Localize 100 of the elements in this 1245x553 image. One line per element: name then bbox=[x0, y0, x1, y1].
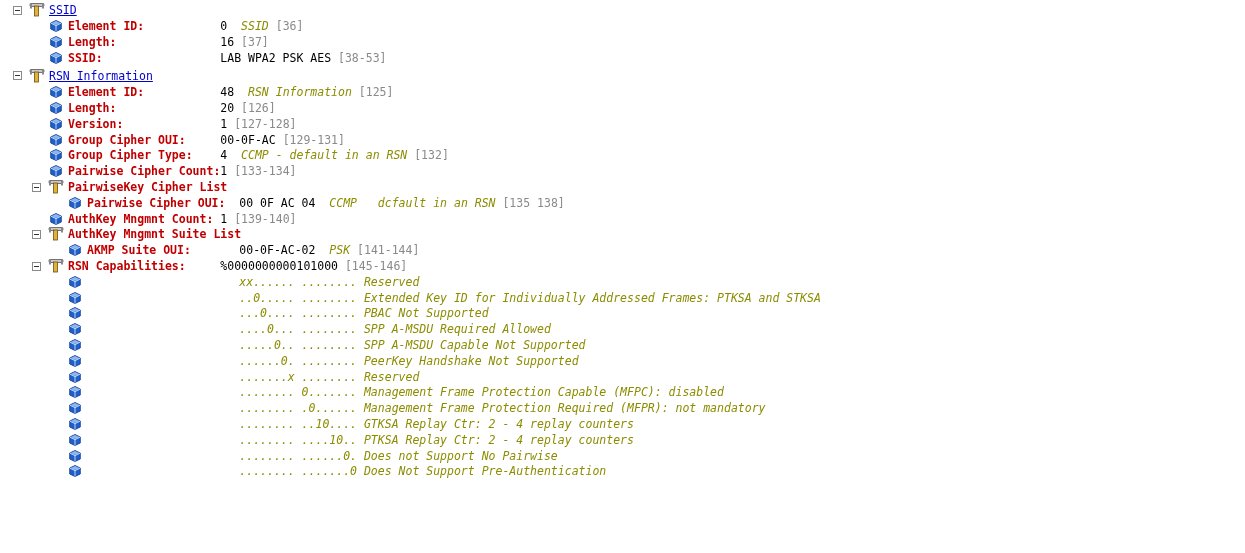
bit-pattern: ........ ..10.... bbox=[239, 417, 357, 431]
cube-icon bbox=[69, 339, 81, 352]
field-description: CCMP - default in an RSN bbox=[241, 148, 408, 163]
cube-icon bbox=[69, 354, 81, 367]
byte-range: [145-146] bbox=[344, 259, 408, 274]
cube-icon bbox=[50, 52, 62, 64]
group-title: RSN Capabilities: bbox=[68, 259, 186, 274]
bit-pattern: xx...... ........ bbox=[239, 274, 357, 289]
field-value: 00 0F AC 04 bbox=[239, 195, 316, 210]
field-value: 1 bbox=[220, 211, 228, 226]
byte-range: [126] bbox=[241, 101, 276, 116]
cube-icon bbox=[50, 133, 62, 146]
cube-icon bbox=[69, 275, 81, 288]
cube-icon bbox=[50, 165, 62, 178]
field-value: 1 bbox=[220, 164, 228, 179]
byte-range: [135 138] bbox=[502, 195, 565, 210]
field-value: 0 bbox=[220, 19, 228, 34]
bit-pattern: ....0... ........ bbox=[239, 322, 357, 337]
pipe-icon bbox=[48, 226, 64, 243]
cube-icon bbox=[69, 418, 81, 430]
group-title: AuthKey Mngmnt Suite List bbox=[68, 227, 242, 242]
cube-icon bbox=[50, 117, 62, 130]
collapse-toggle[interactable] bbox=[13, 71, 22, 81]
bit-pattern: ........ .......0 bbox=[239, 464, 357, 479]
field-label: Length: bbox=[68, 35, 117, 50]
field-label: Pairwise Cipher Count: bbox=[68, 164, 221, 179]
cube-icon bbox=[69, 323, 81, 336]
byte-range: [129-131] bbox=[282, 132, 345, 147]
cube-icon bbox=[69, 307, 81, 320]
field-description: SPP A-MSDU Capable Not Supported bbox=[363, 338, 586, 353]
collapse-toggle[interactable] bbox=[32, 182, 41, 192]
cube-icon bbox=[69, 465, 81, 478]
field-label: Version: bbox=[68, 116, 124, 131]
cube-icon bbox=[50, 212, 62, 225]
field-label: Pairwise Cipher OUI: bbox=[87, 195, 226, 210]
field-label: Group Cipher OUI: bbox=[68, 132, 186, 147]
field-description: SPP A-MSDU Required Allowed bbox=[363, 322, 551, 337]
pipe-icon bbox=[29, 67, 45, 84]
cube-icon bbox=[69, 386, 81, 399]
field-description: Management Frame Protection Required (MFPR): not mandatory bbox=[363, 401, 766, 416]
pipe-icon bbox=[29, 2, 45, 18]
group-title: PairwiseKey Cipher List bbox=[68, 180, 228, 195]
cube-icon bbox=[69, 244, 81, 257]
byte-range: [125] bbox=[358, 85, 394, 100]
byte-range: [132] bbox=[414, 148, 449, 163]
pipe-icon bbox=[48, 179, 64, 196]
pipe-icon bbox=[48, 258, 64, 275]
field-label: Element ID: bbox=[68, 19, 145, 34]
cube-icon bbox=[69, 433, 81, 446]
collapse-toggle[interactable] bbox=[32, 229, 41, 239]
field-description: CCMP dcfault in an RSN bbox=[329, 195, 496, 210]
field-description: PTKSA Replay Ctr: 2 - 4 replay counters bbox=[363, 432, 634, 447]
field-value: LAB WPA2 PSK AES bbox=[220, 51, 332, 65]
section-link[interactable]: RSN Information bbox=[49, 68, 153, 83]
field-description: PSK bbox=[329, 243, 351, 258]
cube-icon bbox=[69, 291, 81, 304]
field-label: Length: bbox=[68, 101, 117, 116]
bit-pattern: ........ ....10.. bbox=[239, 432, 357, 447]
cube-icon bbox=[50, 86, 62, 99]
section-link[interactable]: SSID bbox=[49, 3, 77, 17]
bit-pattern: .......x ........ bbox=[239, 369, 357, 384]
field-label: AuthKey Mngmnt Count: bbox=[68, 211, 214, 226]
field-value: 16 bbox=[220, 35, 235, 50]
byte-range: [127-128] bbox=[234, 116, 297, 131]
field-value: %0000000000101000 bbox=[220, 259, 338, 274]
field-label: AKMP Suite OUI: bbox=[87, 243, 191, 258]
bit-pattern: ........ 0....... bbox=[239, 385, 357, 400]
byte-range: [37] bbox=[241, 35, 269, 50]
field-value: 1 bbox=[220, 116, 228, 131]
bit-pattern: ..0..... ........ bbox=[239, 290, 357, 305]
byte-range: [139-140] bbox=[234, 211, 297, 226]
field-description: Does Not Support Pre-Authentication bbox=[363, 464, 607, 479]
byte-range: [133-134] bbox=[234, 164, 297, 179]
collapse-toggle[interactable] bbox=[32, 261, 41, 271]
cube-icon bbox=[50, 149, 62, 162]
field-value: 00-0F-AC-02 bbox=[239, 243, 316, 258]
field-label: SSID: bbox=[68, 51, 103, 65]
field-description: Management Frame Protection Capable (MFPC): disabled bbox=[363, 385, 724, 400]
field-description: PeerKey Handshake Not Supported bbox=[363, 353, 579, 368]
field-label: Group Cipher Type: bbox=[68, 148, 193, 163]
bit-pattern: ........ .0...... bbox=[239, 401, 357, 416]
field-description: GTKSA Replay Ctr: 2 - 4 replay counters bbox=[363, 417, 634, 431]
field-description: Reserved bbox=[363, 274, 420, 289]
bit-pattern: ...0.... ........ bbox=[239, 306, 357, 321]
field-value: 00-0F-AC bbox=[220, 132, 276, 147]
field-description: SSID bbox=[241, 19, 269, 34]
cube-icon bbox=[50, 102, 62, 115]
collapse-toggle[interactable] bbox=[13, 5, 22, 15]
byte-range: [141-144] bbox=[357, 243, 420, 258]
cube-icon bbox=[50, 20, 62, 33]
field-description: Extended Key ID for Individually Addressed Frames: PTKSA and STKSA bbox=[363, 290, 821, 305]
bit-pattern: ........ ......0. bbox=[239, 448, 357, 463]
field-description: Reserved bbox=[363, 369, 420, 384]
cube-icon bbox=[69, 196, 81, 209]
field-label: Element ID: bbox=[68, 85, 145, 100]
bit-pattern: ......0. ........ bbox=[239, 353, 357, 368]
field-description: RSN Information bbox=[248, 85, 352, 100]
cube-icon bbox=[50, 36, 62, 49]
cube-icon bbox=[69, 402, 81, 415]
field-description: Does not Support No Pairwise bbox=[363, 448, 558, 463]
